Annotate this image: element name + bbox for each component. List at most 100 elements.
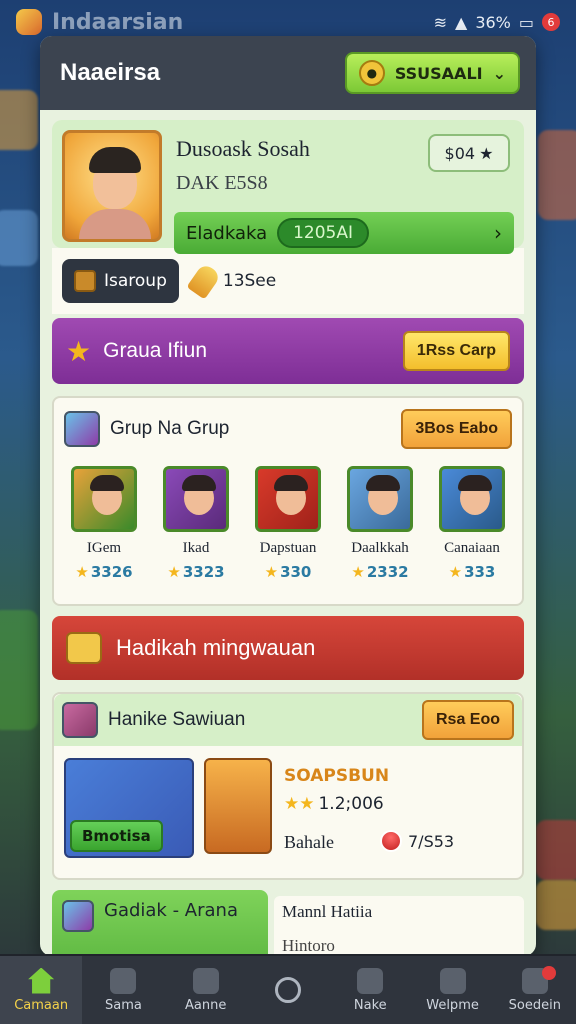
member-avatar[interactable] [347,466,413,532]
member-score: ★ 3323 [167,563,224,581]
profile-badge[interactable]: $04 ★ [428,134,510,172]
reward-rating: ★★ 1.2;006 [284,794,384,814]
partial-right-line1: Mannl Hatiia [282,902,373,921]
server-selector-label: SSUSAALI [394,63,483,83]
ball-icon [380,830,402,852]
reward-card-header: Hanike Sawiuan Rsa Eoo [54,694,522,746]
chart-icon [439,967,466,994]
chicken-leg-icon: ● [358,60,385,86]
reward-count-value: 7/S53 [408,831,455,851]
profile-bar-label: Eladkaka [186,222,268,244]
currency-value: 13See [222,271,277,291]
reward-rating-value: 1.2;006 [318,794,384,814]
event-banner-button[interactable]: 1Rss Carp [402,331,510,371]
star-icon: ★★ [284,794,315,814]
background-decoration [0,610,38,730]
group-button-action[interactable]: 3Bos Eabo [401,409,512,449]
reward-button[interactable]: Rsa Eoo [421,700,514,740]
nav-label: Soedein [508,997,561,1013]
users-icon [110,967,137,994]
member-avatar[interactable] [163,466,229,532]
member-name: Ikad [182,540,210,556]
star-icon: ★ [264,563,279,581]
reward-icon [62,702,98,738]
nav-item-7[interactable]: Soedein [494,956,576,1024]
member-score-value: 2332 [366,563,409,581]
member-score: ★ 333 [449,563,496,581]
gift-icon [66,632,102,664]
profile-icon [192,967,219,994]
star-icon: ★ [479,143,494,163]
reward-title: Hanike Sawiuan [108,709,246,730]
player-name: Dusoask Sosah [176,136,310,161]
background-decoration [538,130,576,220]
notification-badge[interactable]: 6 [542,13,560,31]
nav-item-6[interactable]: Welpme [411,956,493,1024]
star-icon: ★ [66,335,92,367]
background-decoration [0,210,38,266]
signal-icon: ▲ [455,12,468,32]
background-decoration [0,90,38,150]
member-avatar[interactable] [71,466,137,532]
member-score-value: 330 [280,563,312,581]
nav-item-2[interactable]: Sama [82,956,164,1024]
currency-row: Isaroup 13See [52,248,524,314]
partial-left-label: Gadiak - Arana [104,900,238,921]
nav-label: Nake [353,997,387,1013]
member-avatar[interactable] [439,466,505,532]
star-icon: ★ [448,563,463,581]
group-card-header: Grup Na Grup 3Bos Eabo [64,408,512,450]
profile-level-bar[interactable]: Eladkaka 1205AI › [174,212,514,254]
battery-percent: 36% [475,12,511,32]
group-title: Grup Na Grup [110,418,230,439]
notification-dot [541,966,556,980]
nav-item-5[interactable]: Nake [329,956,411,1024]
home-icon [28,967,55,994]
server-selector[interactable]: ● SSUSAALI ⌄ [344,52,520,94]
player-id: DAK E5S8 [176,172,268,194]
event-banner-title: Graua Ifiun [103,339,208,362]
panel-title: Naaeirsa [60,59,161,86]
partial-card: Gadiak - Arana Mannl Hatiia Hintoro [52,890,524,956]
partial-card-left[interactable]: Gadiak - Arana [52,890,268,956]
event-banner[interactable]: ★ Graua Ifiun 1Rss Carp [52,318,524,384]
partial-card-right[interactable]: Mannl Hatiia Hintoro [274,896,524,956]
nav-item-3[interactable]: Aanne [165,956,247,1024]
member-score-value: 3323 [182,563,225,581]
bonus-banner-title: Hadikah mingwauan [116,635,316,660]
member-name: Dapstuan [259,540,317,556]
player-avatar[interactable] [62,130,162,242]
group-card: Grup Na Grup 3Bos Eabo IGem ★ 3326 Ikad ★ 332… [52,396,524,606]
member-item[interactable]: Dapstuan ★ 330 [250,466,326,581]
battery-icon: ▭ [518,12,534,32]
nav-item-1[interactable]: Camaan [0,956,83,1024]
partial-avatar [62,900,94,932]
currency-amount: 13See [186,262,277,300]
chest-icon [74,270,96,292]
reward-tag[interactable]: Bmotisa [70,820,163,852]
chevron-right-icon: › [494,221,502,245]
member-score-value: 333 [464,563,496,581]
nav-item-4[interactable] [247,956,329,1024]
member-item[interactable]: Daalkkah ★ 2332 [342,466,418,581]
star-icon: ★ [351,563,365,581]
member-item[interactable]: Canaiaan ★ 333 [434,466,510,581]
reward-sub-label: Bahale [284,832,334,852]
star-icon: ★ [75,563,89,581]
star-icon: ★ [167,563,181,581]
bonus-banner[interactable]: Hadikah mingwauan [52,616,524,680]
profile-badge-value: $04 [444,143,476,163]
reward-body: Bmotisa SOAPSBUN ★★ 1.2;006 Bahale 7/S53 [64,758,512,878]
background-decoration [536,880,576,930]
profile-card: Dusoask Sosah DAK E5S8 $04 ★ Eladkaka 12… [52,120,524,254]
member-item[interactable]: Ikad ★ 3323 [158,466,234,581]
group-icon [64,411,100,447]
member-name: IGem [86,540,122,556]
leaf-icon [357,967,384,994]
reward-character-image[interactable] [204,758,272,854]
group-button[interactable]: Isaroup [62,259,179,303]
member-item[interactable]: IGem ★ 3326 [66,466,142,581]
reward-name: SOAPSBUN [284,766,390,786]
rocket-icon [186,262,222,300]
member-avatar[interactable] [255,466,321,532]
